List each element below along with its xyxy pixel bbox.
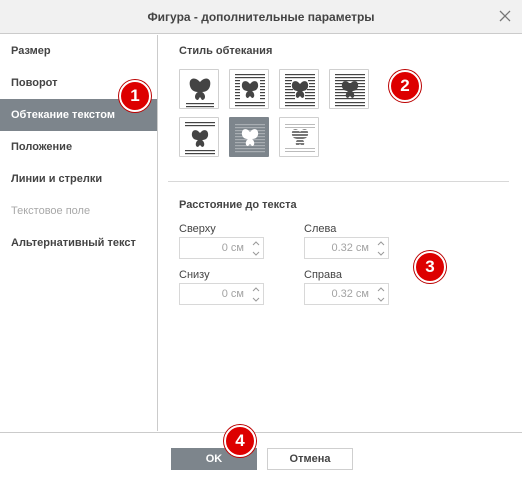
dialog-footer: [0, 432, 522, 479]
spin-down-icon[interactable]: [376, 295, 386, 304]
bottom-distance-input[interactable]: [180, 284, 250, 304]
spin-up-icon[interactable]: [376, 239, 386, 248]
wrap-square-button[interactable]: [229, 69, 269, 109]
top-distance-label: Сверху: [179, 223, 216, 235]
dialog-title: Фигура - дополнительные параметры: [147, 10, 375, 24]
wrap-through-icon: [335, 74, 365, 107]
top-distance-field: [179, 237, 264, 259]
bottom-distance-label: Снизу: [179, 269, 210, 281]
spin-up-icon[interactable]: [251, 239, 261, 248]
wrap-top-bottom-button[interactable]: [179, 117, 219, 157]
dialog-titlebar: Фигура - дополнительные параметры: [0, 0, 522, 34]
sidebar-item-alt-text[interactable]: Альтернативный текст: [0, 227, 157, 259]
left-distance-input[interactable]: [305, 238, 375, 258]
bottom-distance-field: [179, 283, 264, 305]
sidebar-item-position[interactable]: Положение: [0, 131, 157, 163]
wrap-top-bottom-icon: [185, 122, 215, 155]
wrap-behind-icon: [285, 124, 315, 152]
wrap-behind-button[interactable]: [279, 117, 319, 157]
right-distance-field: [304, 283, 389, 305]
spin-down-icon[interactable]: [376, 249, 386, 258]
wrap-through-button[interactable]: [329, 69, 369, 109]
wrap-inline-icon: [186, 78, 214, 108]
right-distance-label: Справа: [304, 269, 342, 281]
left-distance-label: Слева: [304, 223, 337, 235]
spin-down-icon[interactable]: [251, 249, 261, 258]
distance-title: Расстояние до текста: [179, 199, 297, 211]
sidebar-item-text-box: Текстовое поле: [11, 205, 91, 217]
spin-up-icon[interactable]: [376, 285, 386, 294]
wrap-in-front-button[interactable]: [229, 117, 269, 157]
spin-down-icon[interactable]: [251, 295, 261, 304]
top-distance-input[interactable]: [180, 238, 250, 258]
spin-up-icon[interactable]: [251, 285, 261, 294]
left-distance-field: [304, 237, 389, 259]
wrap-style-title: Стиль обтекания: [179, 45, 273, 57]
callout-badge-2: 2: [389, 70, 421, 102]
close-icon[interactable]: [498, 9, 512, 23]
wrap-inline-button[interactable]: [179, 69, 219, 109]
right-distance-input[interactable]: [305, 284, 375, 304]
section-divider: [168, 181, 509, 182]
cancel-button[interactable]: Отмена: [267, 448, 353, 470]
sidebar-item-size[interactable]: Размер: [0, 35, 157, 67]
callout-badge-1: 1: [119, 80, 151, 112]
wrap-tight-icon: [285, 74, 315, 107]
sidebar-item-lines-arrows[interactable]: Линии и стрелки: [0, 163, 157, 195]
callout-badge-4: 4: [224, 425, 256, 457]
wrap-tight-button[interactable]: [279, 69, 319, 109]
advanced-settings-dialog: Фигура - дополнительные параметры Размер…: [0, 0, 522, 479]
wrap-in-front-icon: [235, 124, 265, 153]
wrap-square-icon: [235, 74, 265, 107]
callout-badge-3: 3: [414, 251, 446, 283]
